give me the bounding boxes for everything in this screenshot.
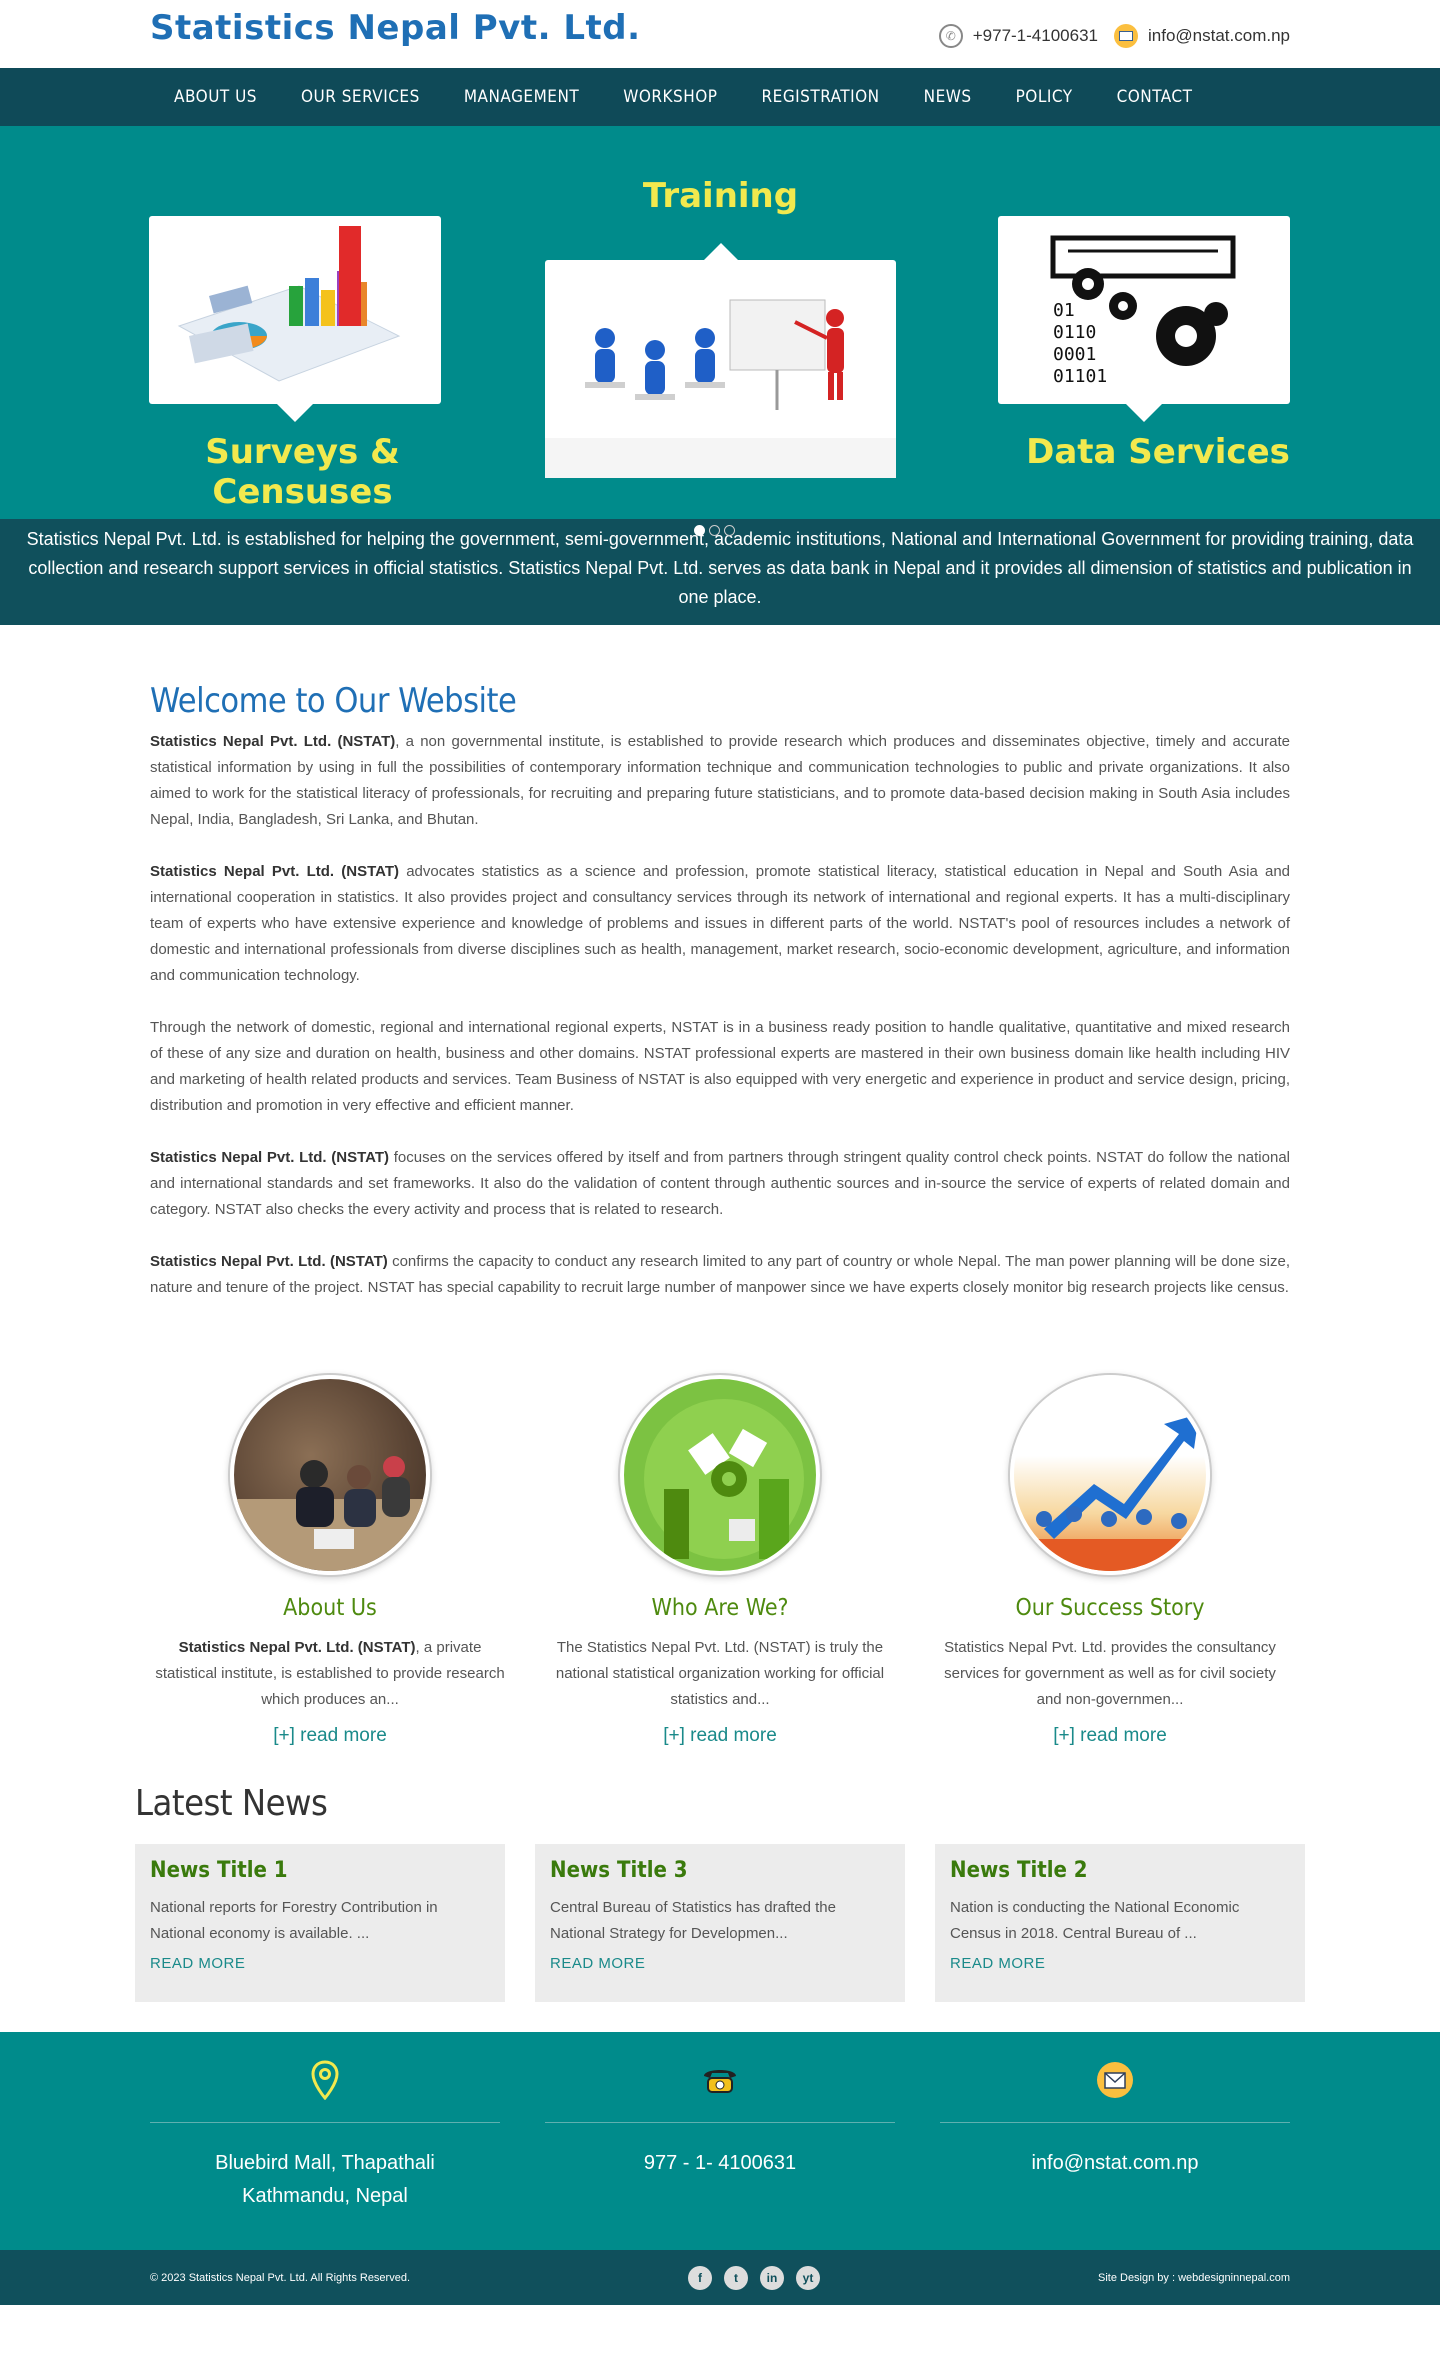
feature-text: The Statistics Nepal Pvt. Ltd. (NSTAT) i… xyxy=(555,1639,885,1708)
hero-slider: Surveys & Censuses Training 01 0110 0001… xyxy=(0,126,1440,536)
training-card xyxy=(545,243,896,478)
welcome-paragraph: Through the network of domestic, regiona… xyxy=(150,1019,1290,1114)
success-story-graphic xyxy=(1010,1375,1210,1575)
header-email-text[interactable]: info@nstat.com.np xyxy=(1148,26,1290,46)
slider-dot-1[interactable] xyxy=(694,525,705,536)
header-contacts: ✆ +977-1-4100631 info@nstat.com.np xyxy=(923,24,1290,48)
training-illustration xyxy=(545,299,896,478)
nav-about-us[interactable]: ABOUT US xyxy=(174,68,257,126)
feature-text: Statistics Nepal Pvt. Ltd. (NSTAT), a pr… xyxy=(155,1639,505,1708)
hero-label-data-services: Data Services xyxy=(1026,432,1290,472)
binary-line-3: 0001 xyxy=(1053,344,1096,365)
site-logo[interactable]: Statistics Nepal Pvt. Ltd. xyxy=(150,8,641,48)
slider-dot-2[interactable] xyxy=(709,525,720,536)
nav-policy[interactable]: POLICY xyxy=(1016,68,1073,126)
slider-dots xyxy=(694,525,735,536)
footer-phone: 977 - 1- 4100631 xyxy=(545,2058,895,2213)
binary-line-4: 01101 xyxy=(1053,366,1107,387)
welcome-paragraph: Statistics Nepal Pvt. Ltd. (NSTAT) focus… xyxy=(150,1149,1290,1218)
news-read-more[interactable]: READ MORE xyxy=(550,1955,890,1972)
facebook-icon[interactable]: f xyxy=(688,2265,712,2290)
nav-contact[interactable]: CONTACT xyxy=(1117,68,1193,126)
slider-dot-3[interactable] xyxy=(724,525,735,536)
hero-label-training: Training xyxy=(642,176,799,216)
news-read-more[interactable]: READ MORE xyxy=(950,1955,1290,1972)
news-card: News Title 2 Nation is conducting the Na… xyxy=(935,1844,1305,2002)
chart-illustration xyxy=(177,226,401,382)
footer-email: info@nstat.com.np xyxy=(940,2058,1290,2213)
feature-text: Statistics Nepal Pvt. Ltd. provides the … xyxy=(944,1639,1276,1708)
feature-title: Who Are We? xyxy=(651,1595,789,1621)
about-us-photo xyxy=(230,1375,430,1575)
welcome-section: Welcome to Our Website Statistics Nepal … xyxy=(150,625,1290,1301)
header-phone: ✆ +977-1-4100631 xyxy=(938,24,1098,48)
data-gear-icon: 01 0110 0001 01101 xyxy=(1050,235,1236,387)
footer-phone-text: 977 - 1- 4100631 xyxy=(643,2152,797,2174)
features-section: About Us Statistics Nepal Pvt. Ltd. (NST… xyxy=(150,1327,1290,1747)
news-title[interactable]: News Title 1 xyxy=(150,1858,490,1883)
binary-line-1: 01 xyxy=(1053,300,1075,321)
feature-about-us: About Us Statistics Nepal Pvt. Ltd. (NST… xyxy=(150,1375,510,1747)
footer-email-text[interactable]: info@nstat.com.np xyxy=(940,2147,1290,2180)
map-pin-icon xyxy=(150,2058,500,2102)
news-title[interactable]: News Title 2 xyxy=(950,1858,1290,1883)
news-excerpt: National reports for Forestry Contributi… xyxy=(150,1899,438,1942)
phone-icon: ✆ xyxy=(938,24,963,48)
nav-our-services[interactable]: OUR SERVICES xyxy=(301,68,420,126)
nav-workshop[interactable]: WORKSHOP xyxy=(623,68,717,126)
footer-address-line1: Bluebird Mall, Thapathali xyxy=(215,2152,435,2174)
mail-icon xyxy=(1114,24,1138,48)
latest-news-heading: Latest News xyxy=(135,1783,328,1824)
news-excerpt: Nation is conducting the National Econom… xyxy=(950,1899,1240,1942)
header-phone-text: +977-1-4100631 xyxy=(972,26,1098,45)
news-excerpt: Central Bureau of Statistics has drafted… xyxy=(550,1899,836,1942)
copyright-text: © 2023 Statistics Nepal Pvt. Ltd. All Ri… xyxy=(150,2271,411,2284)
feature-success-story: Our Success Story Statistics Nepal Pvt. … xyxy=(930,1375,1290,1747)
linkedin-icon[interactable]: in xyxy=(760,2265,784,2290)
top-header: Statistics Nepal Pvt. Ltd. ✆ +977-1-4100… xyxy=(0,0,1440,68)
main-nav: ABOUT US OUR SERVICES MANAGEMENT WORKSHO… xyxy=(0,68,1440,126)
feature-title: About Us xyxy=(283,1595,377,1621)
twitter-icon[interactable]: t xyxy=(724,2265,748,2290)
welcome-paragraph: Statistics Nepal Pvt. Ltd. (NSTAT) confi… xyxy=(150,1253,1290,1296)
footer-address: Bluebird Mall, Thapathali Kathmandu, Nep… xyxy=(150,2058,500,2213)
nav-news[interactable]: NEWS xyxy=(924,68,972,126)
welcome-title: Welcome to Our Website xyxy=(150,681,517,721)
hero-label-surveys: Surveys & Censuses xyxy=(205,432,400,512)
read-more-link[interactable]: [+] read more xyxy=(663,1725,777,1747)
welcome-paragraph: Statistics Nepal Pvt. Ltd. (NSTAT) advoc… xyxy=(150,863,1291,984)
youtube-icon[interactable]: yt xyxy=(796,2265,820,2290)
nav-registration[interactable]: REGISTRATION xyxy=(762,68,880,126)
read-more-link[interactable]: [+] read more xyxy=(1053,1725,1167,1747)
news-title[interactable]: News Title 3 xyxy=(550,1858,890,1883)
feature-who-are-we: Who Are We? The Statistics Nepal Pvt. Lt… xyxy=(540,1375,900,1747)
news-card: News Title 1 National reports for Forest… xyxy=(135,1844,505,2002)
telephone-icon xyxy=(545,2058,895,2102)
data-services-card: 01 0110 0001 01101 xyxy=(998,216,1290,422)
read-more-link[interactable]: [+] read more xyxy=(273,1725,387,1747)
site-credit[interactable]: Site Design by : webdesigninnepal.com xyxy=(1098,2272,1290,2284)
latest-news-section: Latest News News Title 1 National report… xyxy=(135,1747,1305,2002)
mail-icon xyxy=(940,2058,1290,2102)
social-links: f t in yt xyxy=(688,2265,820,2290)
bottom-bar: © 2023 Statistics Nepal Pvt. Ltd. All Ri… xyxy=(0,2250,1440,2305)
welcome-paragraph: Statistics Nepal Pvt. Ltd. (NSTAT), a no… xyxy=(150,733,1290,828)
footer-address-line2: Kathmandu, Nepal xyxy=(242,2185,408,2207)
nav-management[interactable]: MANAGEMENT xyxy=(464,68,579,126)
news-read-more[interactable]: READ MORE xyxy=(150,1955,490,1972)
who-are-we-graphic xyxy=(620,1375,820,1575)
news-card: News Title 3 Central Bureau of Statistic… xyxy=(535,1844,905,2002)
binary-line-2: 0110 xyxy=(1053,322,1096,343)
surveys-card xyxy=(149,216,441,422)
header-email: info@nstat.com.np xyxy=(1114,24,1290,48)
feature-title: Our Success Story xyxy=(1015,1595,1205,1621)
footer: Bluebird Mall, Thapathali Kathmandu, Nep… xyxy=(0,2032,1440,2250)
